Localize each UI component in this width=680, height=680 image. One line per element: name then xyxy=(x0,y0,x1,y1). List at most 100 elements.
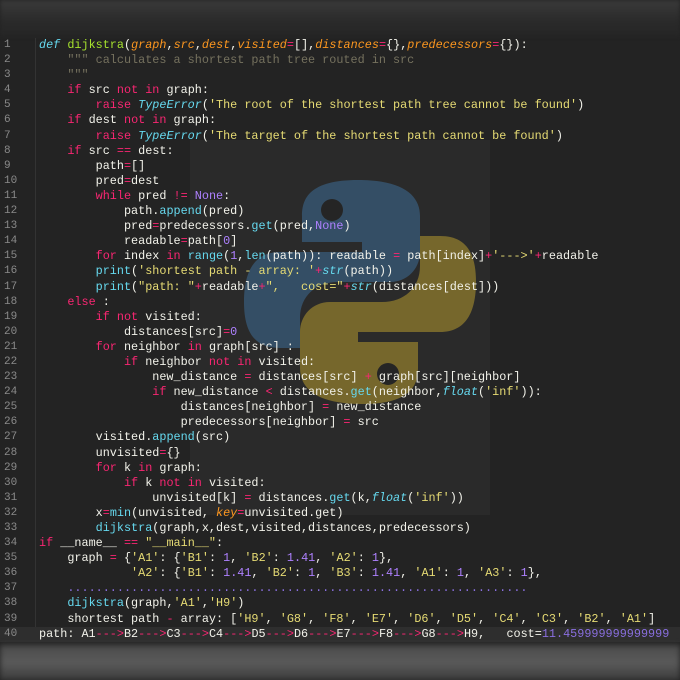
code-token: 'A1' xyxy=(131,551,160,566)
code-token: 'B1' xyxy=(180,566,209,581)
code-token: graph xyxy=(131,38,167,52)
code-token: append xyxy=(159,204,202,219)
code-token: ( xyxy=(123,38,132,52)
code-token: , xyxy=(230,551,245,566)
code-line[interactable]: 23 new_distance = distances[src] + graph… xyxy=(0,370,680,385)
code-line[interactable]: 20 distances[src]=0 xyxy=(0,325,680,340)
code-line[interactable]: 10 pred=dest xyxy=(0,174,680,189)
code-token: """ xyxy=(67,68,89,83)
code-token: 'A1' xyxy=(619,611,649,626)
code-line[interactable]: 4 if src not in graph: xyxy=(0,83,680,98)
code-token: unvisited xyxy=(39,445,160,460)
code-line[interactable]: 35 graph = {'A1': {'B1': 1, 'B2': 1.41, … xyxy=(0,551,680,566)
line-number: 6 xyxy=(4,114,11,127)
code-token: ---> xyxy=(265,626,294,641)
line-text: if new_distance < distances.get(neighbor… xyxy=(39,385,541,400)
code-line[interactable]: 1 def dijkstra(graph,src,dest,visited=[],… xyxy=(0,38,680,53)
code-line[interactable]: 30 if k not in visited: xyxy=(0,476,680,491)
line-text: def dijkstra(graph,src,dest,visited=[],d… xyxy=(39,38,528,53)
code-line[interactable]: 28 unvisited={} xyxy=(0,446,680,461)
code-line[interactable]: 29 for k in graph: xyxy=(0,461,680,476)
code-line[interactable]: 37 .....................................… xyxy=(0,581,680,596)
code-line[interactable]: 8 if src == dest: xyxy=(0,144,680,159)
code-token: : xyxy=(506,566,521,581)
code-token: C4 xyxy=(208,626,224,641)
code-token: predecessors xyxy=(407,38,493,52)
code-token: = xyxy=(343,415,358,430)
code-line[interactable]: 33 dijkstra(graph,x,dest,visited,distanc… xyxy=(0,521,680,536)
line-text: pred=predecessors.get(pred,None) xyxy=(39,219,351,234)
line-number: 38 xyxy=(4,597,18,610)
code-token: = xyxy=(393,249,408,264)
code-token: ........................................… xyxy=(67,581,528,596)
line-number: 30 xyxy=(4,476,18,489)
code-token: : xyxy=(208,566,224,581)
code-line[interactable]: 16 print('shortest path - array: '+str(p… xyxy=(0,264,680,279)
code-line[interactable]: 11 while pred != None: xyxy=(0,189,680,204)
code-line[interactable]: 9 path=[] xyxy=(0,159,680,174)
code-token: 'A2' xyxy=(131,566,160,581)
code-line[interactable]: 24 if new_distance < distances.get(neigh… xyxy=(0,385,680,400)
code-line[interactable]: 27 visited.append(src) xyxy=(0,430,680,445)
code-token: range xyxy=(187,249,224,264)
line-number: 24 xyxy=(4,386,18,399)
code-token: (pred) xyxy=(201,204,245,219)
line-number: 9 xyxy=(4,159,11,172)
code-line[interactable]: 25 distances[neighbor] = new_distance xyxy=(0,400,680,415)
code-token: get xyxy=(350,385,372,400)
code-token: graph[src] : xyxy=(208,339,294,354)
code-line[interactable]: 14 readable=path[0] xyxy=(0,234,680,249)
code-line[interactable]: 34 if __name__ == "__main__": xyxy=(0,536,680,551)
code-line[interactable]: 3 """ xyxy=(0,68,680,83)
line-text: raise TypeError('The target of the short… xyxy=(39,129,563,144)
code-line[interactable]: 18 else : xyxy=(0,295,680,310)
code-token: float xyxy=(442,385,478,400)
code-token: visited: xyxy=(208,475,266,490)
code-line[interactable]: 2 """ calculates a shortest path tree ro… xyxy=(0,53,680,68)
code-token: print xyxy=(95,279,132,294)
code-token: not in xyxy=(123,113,174,128)
code-token: = xyxy=(102,505,110,520)
code-token: G8 xyxy=(421,626,436,641)
code-token: (k, xyxy=(350,490,372,505)
code-line[interactable]: 32 x=min(unvisited, key=unvisited.get) xyxy=(0,506,680,521)
code-token: { xyxy=(123,551,132,566)
code-editor[interactable]: 1 def dijkstra(graph,src,dest,visited=[],… xyxy=(0,38,680,642)
code-token: pred xyxy=(39,219,153,234)
code-line[interactable]: 7 raise TypeError('The target of the sho… xyxy=(0,129,680,144)
code-token: k xyxy=(123,460,139,475)
code-token: if xyxy=(123,475,146,490)
code-token: , xyxy=(201,596,209,611)
code-token: distances. xyxy=(258,490,330,505)
code-token: src xyxy=(173,38,195,52)
code-line[interactable]: 5 raise TypeError('The root of the short… xyxy=(0,98,680,113)
code-line[interactable]: 40 path: A1--->B2--->C3--->C4--->D5--->D6… xyxy=(0,626,680,642)
code-line[interactable]: 22 if neighbor not in visited: xyxy=(0,355,680,370)
code-line[interactable]: 13 pred=predecessors.get(pred,None) xyxy=(0,219,680,234)
code-token: + xyxy=(194,279,202,294)
code-line[interactable]: 6 if dest not in graph: xyxy=(0,113,680,128)
code-line[interactable]: 17 print("path: "+readable+", cost="+str… xyxy=(0,280,680,295)
code-line[interactable]: 26 predecessors[neighbor] = src xyxy=(0,415,680,430)
line-text: if __name__ == "__main__": xyxy=(39,536,223,551)
code-token: ---> xyxy=(350,626,379,641)
code-token: : xyxy=(272,551,287,566)
code-line[interactable]: 36 'A2': {'B1': 1.41, 'B2': 1, 'B3': 1.4… xyxy=(0,566,680,581)
code-line[interactable]: 19 if not visited: xyxy=(0,310,680,325)
code-line[interactable]: 38 dijkstra(graph,'A1','H9') xyxy=(0,596,680,611)
line-text: dijkstra(graph,x,dest,visited,distances,… xyxy=(39,521,471,536)
code-line[interactable]: 21 for neighbor in graph[src] : xyxy=(0,340,680,355)
code-token: ) xyxy=(577,98,585,113)
code-line[interactable]: 31 unvisited[k] = distances.get(k,float(… xyxy=(0,491,680,506)
line-number: 28 xyxy=(4,446,18,459)
line-number: 2 xyxy=(4,54,11,67)
code-line[interactable]: 15 for index in range(1,len(path)): read… xyxy=(0,249,680,264)
code-token: readable xyxy=(201,279,259,294)
code-line[interactable]: 12 path.append(pred) xyxy=(0,204,680,219)
line-number: 1 xyxy=(4,39,11,51)
line-text: print("path: "+readable+", cost="+str(di… xyxy=(39,279,500,295)
code-line[interactable]: 39 shortest path - array: ['H9', 'G8', '… xyxy=(0,612,680,627)
line-number: 5 xyxy=(4,99,11,112)
